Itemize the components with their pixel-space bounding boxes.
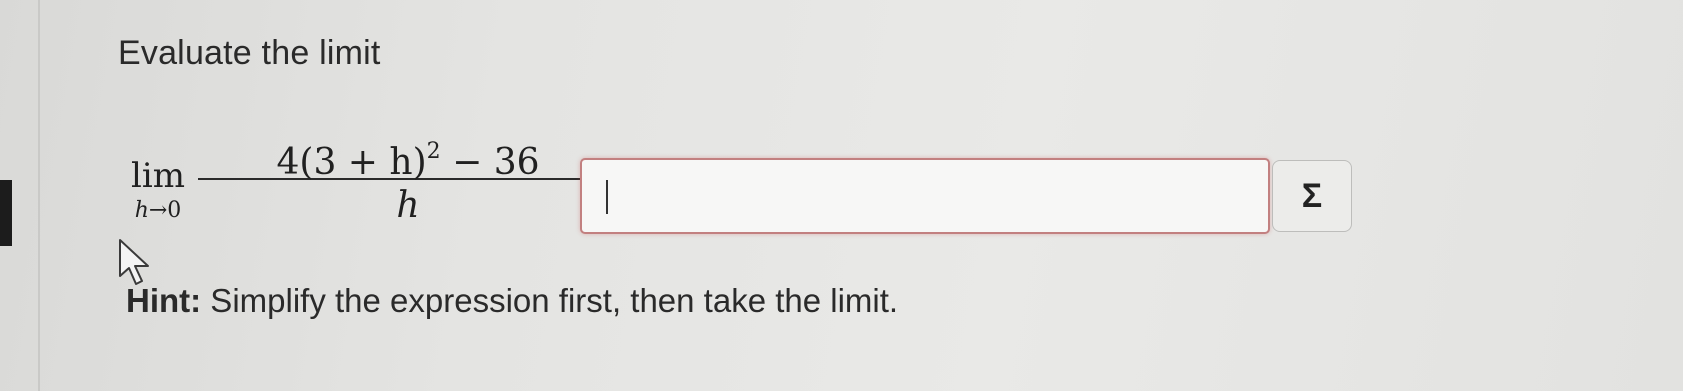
lim-sub-var: h [134, 198, 149, 223]
fraction: 4(3 + h)2 − 36 h [198, 130, 618, 228]
sigma-button[interactable]: Σ [1272, 160, 1352, 232]
numerator-rest: − 36 [440, 142, 540, 183]
answer-input[interactable] [580, 158, 1270, 234]
text-caret [606, 180, 608, 214]
lim-sub-arrow: →0 [148, 198, 182, 223]
sigma-icon: Σ [1301, 176, 1323, 215]
hint-text: Simplify the expression first, then take… [201, 282, 899, 319]
limit-operator: lim h→0 [118, 156, 198, 223]
denominator: h [396, 185, 420, 226]
mouse-pointer-icon [119, 239, 149, 285]
left-edge-tab [0, 180, 12, 246]
hint: Hint: Simplify the expression first, the… [126, 282, 898, 320]
lim-subscript: h→0 [118, 198, 198, 223]
lim-word: lim [131, 156, 185, 196]
numerator-base: 4(3 + h) [276, 142, 427, 183]
left-divider [38, 0, 40, 391]
numerator: 4(3 + h)2 − 36 [198, 130, 618, 183]
numerator-exponent: 2 [426, 139, 441, 164]
question-prompt: Evaluate the limit [118, 34, 381, 72]
hint-label: Hint: [126, 282, 202, 319]
